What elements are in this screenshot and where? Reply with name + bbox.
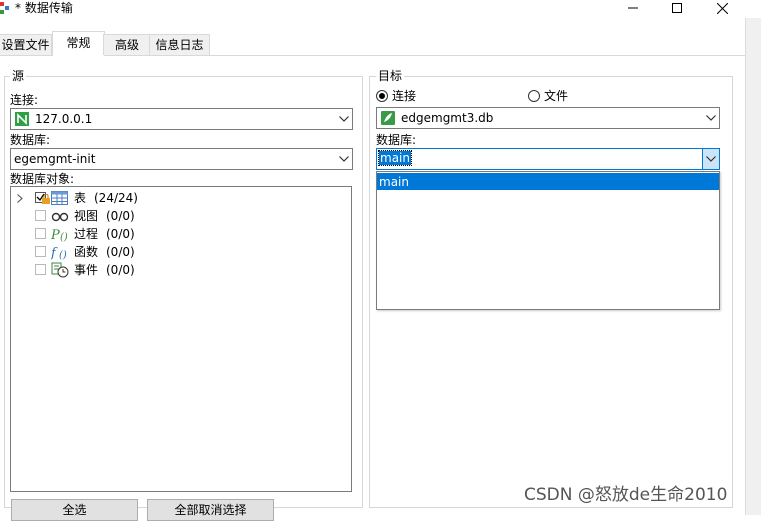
chevron-down-icon (702, 108, 719, 128)
close-icon (716, 2, 728, 14)
maximize-button[interactable] (654, 0, 700, 16)
source-connection-select[interactable]: 127.0.0.1 (10, 108, 353, 130)
tree-item-label: 过程 (74, 227, 99, 241)
window-title: * 数据传输 (15, 1, 73, 15)
source-database-label: 数据库: (10, 133, 51, 147)
minimize-icon (628, 7, 638, 9)
svg-text:(): () (59, 250, 67, 260)
svg-text:(): () (60, 232, 68, 242)
procedure-icon: P () (51, 228, 68, 242)
chevron-down-icon (335, 109, 352, 129)
window-edge (745, 18, 761, 515)
tree-item-count: (0/0) (106, 209, 135, 223)
tree-item-label: 表 (74, 191, 87, 205)
tree-checkbox-events[interactable] (35, 264, 46, 275)
target-database-dropdown[interactable]: main (376, 171, 720, 310)
tab-general[interactable]: 常规 (52, 31, 105, 56)
database-objects-tree[interactable]: 表 (24/24) 视图 (0/0) P () 过程 (0/0) f () 函数… (10, 186, 352, 492)
dropdown-option-main[interactable]: main (377, 173, 719, 190)
tree-item-tables[interactable]: 表 (24/24) (11, 189, 311, 207)
event-icon (51, 262, 69, 278)
select-all-button[interactable]: 全选 (11, 499, 138, 521)
target-database-label: 数据库: (376, 133, 417, 147)
target-connection-value: edgemgmt3.db (401, 111, 494, 125)
tree-item-count: (0/0) (106, 227, 135, 241)
watermark: CSDN @怒放de生命2010 (524, 485, 728, 505)
tree-checkbox-procedures[interactable] (35, 228, 46, 239)
tree-item-events[interactable]: 事件 (0/0) (11, 261, 311, 279)
table-icon (51, 191, 68, 205)
tree-item-procedures[interactable]: P () 过程 (0/0) (11, 225, 311, 243)
source-database-select[interactable]: egemgmt-init (10, 148, 353, 170)
chevron-down-icon (335, 149, 352, 169)
chevron-right-icon[interactable] (17, 194, 23, 203)
tree-checkbox-views[interactable] (35, 210, 46, 221)
view-icon (51, 212, 69, 222)
radio-file[interactable] (528, 90, 540, 102)
source-group-title: 源 (10, 69, 27, 83)
radio-file-label[interactable]: 文件 (544, 89, 568, 103)
tree-item-label: 视图 (74, 209, 99, 223)
tree-item-views[interactable]: 视图 (0/0) (11, 207, 311, 225)
tab-bar: 设置文件 常规 高级 信息日志 (0, 31, 745, 56)
svg-text:P: P (51, 228, 60, 242)
lock-icon (42, 194, 50, 204)
target-connection-select[interactable]: edgemgmt3.db (376, 107, 720, 129)
app-icon (0, 2, 9, 14)
source-database-value: egemgmt-init (14, 152, 96, 166)
tree-checkbox-functions[interactable] (35, 246, 46, 257)
tree-item-label: 函数 (74, 245, 99, 259)
deselect-all-button[interactable]: 全部取消选择 (147, 499, 274, 521)
chevron-down-icon[interactable] (702, 149, 719, 169)
dropdown-option-label: main (379, 175, 409, 189)
source-connection-value: 127.0.0.1 (35, 112, 93, 126)
tree-item-count: (0/0) (106, 245, 135, 259)
svg-text:f: f (51, 246, 58, 260)
source-connection-label: 连接: (10, 93, 39, 107)
tab-settings-file[interactable]: 设置文件 (0, 34, 52, 55)
minimize-button[interactable] (610, 0, 656, 16)
source-objects-label: 数据库对象: (10, 172, 75, 186)
tree-item-functions[interactable]: f () 函数 (0/0) (11, 243, 311, 261)
target-database-value: main (378, 150, 412, 166)
function-icon: f () (51, 246, 67, 260)
tab-message-log[interactable]: 信息日志 (149, 34, 210, 55)
tree-item-label: 事件 (74, 263, 99, 277)
target-group-title: 目标 (376, 69, 405, 83)
radio-connection-label[interactable]: 连接 (392, 89, 416, 103)
sqlite-connection-icon (381, 111, 395, 125)
tab-advanced[interactable]: 高级 (103, 34, 151, 55)
radio-connection[interactable] (376, 90, 388, 102)
tree-item-count: (0/0) (106, 263, 135, 277)
target-database-select[interactable]: main (376, 148, 720, 170)
connection-icon (15, 112, 29, 126)
maximize-icon (672, 3, 682, 13)
tree-item-count: (24/24) (94, 191, 138, 205)
close-button[interactable] (699, 0, 745, 16)
